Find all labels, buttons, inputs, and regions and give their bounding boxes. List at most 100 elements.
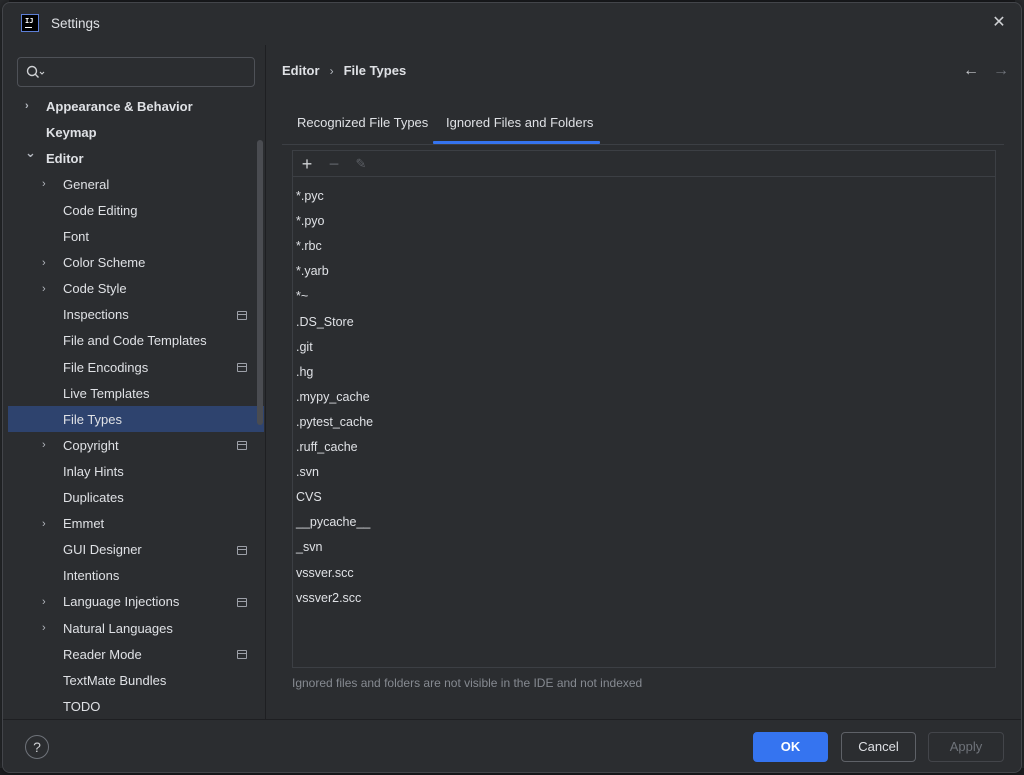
dialog-footer: ? OK Cancel Apply	[3, 719, 1021, 772]
chevron-right-icon[interactable]: ›	[42, 283, 52, 294]
tab-bar: Recognized File Types Ignored Files and …	[282, 105, 1004, 145]
list-item[interactable]: *.rbc	[296, 234, 986, 259]
sidebar-item-label: Appearance & Behavior	[46, 98, 193, 114]
sidebar-item-natural-languages[interactable]: › Natural Languages	[8, 615, 264, 641]
settings-sidebar: › Appearance & Behavior Keymap ⌄ Editor › Gene…	[3, 45, 265, 719]
remove-icon[interactable]: −	[324, 154, 344, 174]
sidebar-item-font[interactable]: Font	[8, 224, 264, 250]
list-item[interactable]: vssver2.scc	[296, 586, 986, 611]
search-input[interactable]	[17, 57, 255, 87]
active-tab-indicator	[433, 141, 600, 144]
sidebar-item-label: Intentions	[63, 568, 120, 584]
sidebar-item-language-injections[interactable]: › Language Injections	[8, 589, 264, 615]
sidebar-item-keymap[interactable]: Keymap	[8, 119, 264, 145]
sidebar-item-label: File Encodings	[63, 359, 149, 375]
ok-button[interactable]: OK	[753, 732, 828, 762]
chevron-right-icon[interactable]: ›	[42, 179, 52, 190]
sidebar-item-intentions[interactable]: Intentions	[8, 563, 264, 589]
search-icon	[26, 65, 45, 78]
sidebar-item-label: Natural Languages	[63, 620, 173, 636]
sidebar-item-label: TODO	[63, 698, 101, 714]
sidebar-item-label: Font	[63, 229, 90, 244]
sidebar-item-label: Code Style	[63, 281, 127, 297]
chevron-down-icon[interactable]: ⌄	[25, 146, 36, 159]
sidebar-item-label: Keymap	[46, 124, 97, 140]
project-scope-icon	[237, 597, 247, 607]
list-item[interactable]: *.pyc	[296, 184, 986, 209]
sidebar-item-appearance-behavior[interactable]: › Appearance & Behavior	[8, 93, 264, 119]
project-scope-icon	[237, 310, 247, 320]
list-item[interactable]: *~	[296, 284, 986, 309]
sidebar-item-inlay-hints[interactable]: Inlay Hints	[8, 458, 264, 484]
sidebar-item-label: Color Scheme	[63, 255, 146, 271]
list-item[interactable]: __pycache__	[296, 510, 986, 535]
sidebar-item-label: TextMate Bundles	[63, 672, 167, 688]
ignored-files-list: + − ✎ *.pyc *.pyo *.rbc *.yarb *~ .DS_Store .g…	[292, 150, 996, 668]
help-icon[interactable]: ?	[25, 735, 49, 759]
list-item[interactable]: .DS_Store	[296, 310, 986, 335]
sidebar-item-label: File Types	[63, 411, 123, 427]
list-item[interactable]: _svn	[296, 535, 986, 560]
sidebar-item-label: Emmet	[63, 516, 105, 532]
breadcrumb-separator: ›	[329, 63, 334, 78]
tab-ignored-files-and-folders[interactable]: Ignored Files and Folders	[446, 115, 593, 130]
chevron-right-icon[interactable]: ›	[42, 257, 52, 268]
list-item[interactable]: vssver.scc	[296, 561, 986, 586]
sidebar-item-live-templates[interactable]: Live Templates	[8, 380, 264, 406]
sidebar-item-gui-designer[interactable]: GUI Designer	[8, 537, 264, 563]
sidebar-item-label: Inspections	[63, 307, 129, 323]
list-item[interactable]: CVS	[296, 485, 986, 510]
sidebar-item-duplicates[interactable]: Duplicates	[8, 485, 264, 511]
edit-icon[interactable]: ✎	[351, 154, 371, 174]
sidebar-item-emmet[interactable]: › Emmet	[8, 511, 264, 537]
apply-button[interactable]: Apply	[928, 732, 1004, 762]
list-item[interactable]: .svn	[296, 460, 986, 485]
sidebar-item-label: GUI Designer	[63, 542, 142, 558]
sidebar-item-file-encodings[interactable]: File Encodings	[8, 354, 264, 380]
breadcrumb-parent[interactable]: Editor	[282, 63, 320, 78]
sidebar-item-textmate-bundles[interactable]: TextMate Bundles	[8, 667, 264, 693]
list-item[interactable]: .hg	[296, 360, 986, 385]
breadcrumb-current: File Types	[343, 63, 407, 78]
sidebar-scrollbar[interactable]	[257, 140, 263, 425]
forward-arrow-icon[interactable]: →	[993, 62, 1009, 80]
settings-tree: › Appearance & Behavior Keymap ⌄ Editor › Gene…	[3, 93, 265, 723]
list-item[interactable]: .ruff_cache	[296, 435, 986, 460]
back-arrow-icon[interactable]: ←	[963, 62, 979, 80]
close-icon[interactable]: ✕	[991, 15, 1007, 31]
list-item[interactable]: .pytest_cache	[296, 410, 986, 435]
sidebar-item-label: Live Templates	[63, 385, 150, 401]
sidebar-item-code-editing[interactable]: Code Editing	[8, 197, 264, 223]
chevron-right-icon[interactable]: ›	[42, 596, 52, 607]
tab-recognized-file-types[interactable]: Recognized File Types	[297, 115, 428, 130]
sidebar-item-label: Editor	[46, 150, 84, 166]
sidebar-item-label: Duplicates	[63, 490, 124, 505]
chevron-right-icon[interactable]: ›	[42, 518, 52, 529]
sidebar-item-label: Code Editing	[63, 202, 138, 218]
sidebar-item-todo[interactable]: TODO	[8, 693, 264, 719]
sidebar-item-reader-mode[interactable]: Reader Mode	[8, 641, 264, 667]
breadcrumb: Editor › File Types	[282, 63, 406, 78]
add-icon[interactable]: +	[297, 154, 317, 174]
intellij-logo-icon: IJ	[21, 14, 39, 32]
sidebar-item-file-and-code-templates[interactable]: File and Code Templates	[8, 328, 264, 354]
sidebar-item-file-types[interactable]: File Types	[8, 406, 264, 433]
sidebar-item-editor[interactable]: ⌄ Editor	[8, 145, 264, 171]
chevron-right-icon[interactable]: ›	[25, 101, 35, 112]
list-item[interactable]: *.pyo	[296, 209, 986, 234]
chevron-right-icon[interactable]: ›	[42, 623, 52, 634]
title-bar: IJ Settings ✕	[3, 3, 1021, 45]
list-item[interactable]: .git	[296, 335, 986, 360]
sidebar-item-color-scheme[interactable]: › Color Scheme	[8, 250, 264, 276]
chevron-right-icon[interactable]: ›	[42, 440, 52, 451]
cancel-button[interactable]: Cancel	[841, 732, 916, 762]
sidebar-item-code-style[interactable]: › Code Style	[8, 276, 264, 302]
window-title: Settings	[51, 16, 100, 31]
sidebar-item-label: Inlay Hints	[63, 463, 124, 479]
sidebar-item-general[interactable]: › General	[8, 171, 264, 197]
sidebar-item-inspections[interactable]: Inspections	[8, 302, 264, 328]
list-item[interactable]: .mypy_cache	[296, 385, 986, 410]
list-item[interactable]: *.yarb	[296, 259, 986, 284]
project-scope-icon	[237, 363, 247, 372]
sidebar-item-copyright[interactable]: › Copyright	[8, 432, 264, 458]
